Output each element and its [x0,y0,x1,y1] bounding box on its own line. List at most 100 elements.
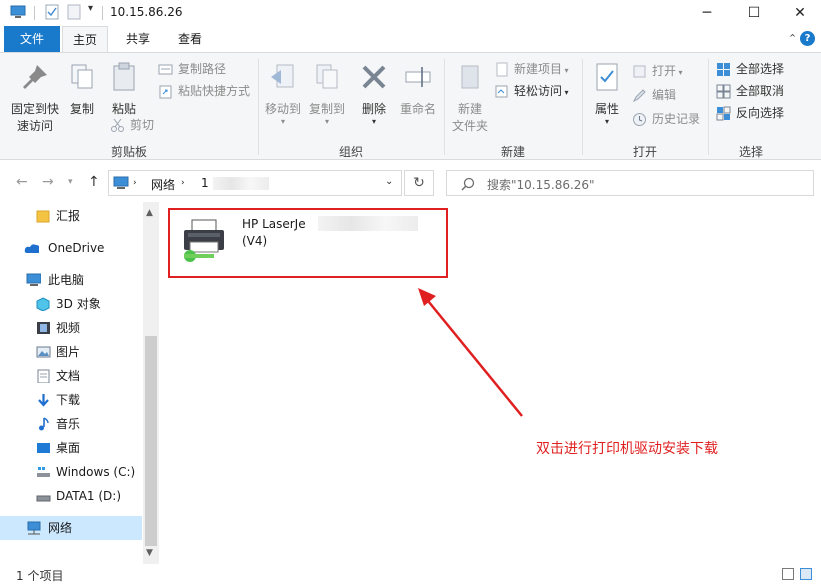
edit-icon [632,89,646,103]
help-icon[interactable]: ? [800,31,815,46]
nav-item-videos[interactable]: 视频 [0,316,142,340]
breadcrumb-chevron-icon[interactable]: › [181,178,185,188]
new-folder-button[interactable]: 新建 文件夹 [448,61,492,134]
annotation-arrow [418,288,523,417]
nav-item-onedrive[interactable]: OneDrive [0,236,142,260]
nav-label: 视频 [56,321,81,335]
search-box[interactable]: 搜索"10.15.86.26" [446,170,814,196]
open-button[interactable]: 打开 ▾ [632,61,683,81]
nav-label: 音乐 [56,417,81,431]
select-none-button[interactable]: 全部取消 [716,81,784,101]
pin-icon [23,65,47,89]
breadcrumb-network[interactable]: 网络 [151,176,175,193]
refresh-button[interactable]: ↻ [404,170,434,196]
paste-shortcut-label: 粘贴快捷方式 [178,84,251,98]
group-label-open: 打开 [632,145,657,159]
recent-locations-icon[interactable]: ▾ [68,177,73,187]
paste-button[interactable]: 粘贴 [106,61,142,117]
nav-item-documents[interactable]: 文档 [0,364,142,388]
status-bar: 1 个项目 [0,564,821,584]
copy-path-label: 复制路径 [178,62,227,76]
history-button[interactable]: 历史记录 [632,109,700,129]
close-button[interactable]: ✕ [777,0,821,26]
delete-x-icon [362,65,386,89]
collapse-ribbon-icon[interactable]: ⌃ [788,32,797,45]
nav-item-drive-d[interactable]: DATA1 (D:) [0,484,142,508]
history-icon [633,113,646,126]
breadcrumb-chevron-icon[interactable]: › [133,178,137,188]
maximize-button[interactable]: ☐ [731,0,777,26]
back-arrow-icon[interactable]: ← [16,174,28,190]
forward-arrow-icon[interactable]: → [42,174,54,190]
scrollbar-thumb[interactable] [145,336,157,546]
navigation-pane: 汇报 OneDrive 此电脑 3D 对象 视频 图片 文档 下载 音乐 桌面 … [0,202,160,564]
tab-view[interactable]: 查看 [164,26,216,52]
nav-label: DATA1 (D:) [56,489,122,503]
refresh-icon: ↻ [413,175,425,191]
invert-selection-button[interactable]: 反向选择 [716,103,784,123]
new-item-button[interactable]: 新建项目 ▾ [494,59,569,79]
move-to-button[interactable]: 移动到 ▾ [262,61,304,126]
select-all-button[interactable]: 全部选择 [716,59,784,79]
group-label-select: 选择 [738,145,763,159]
item-count: 1 个项目 [16,569,64,583]
desktop-icon [37,443,50,453]
scroll-down-icon[interactable]: ▼ [146,548,153,558]
nav-item-desktop[interactable]: 桌面 [0,436,142,460]
video-icon [37,322,50,334]
rename-icon [405,67,431,87]
paste-shortcut-button[interactable]: 粘贴快捷方式 [158,81,250,101]
content-pane: HP LaserJe (V4) 双击进行打印机驱动安装下载 [160,202,821,564]
nav-label: 汇报 [56,209,81,223]
delete-button[interactable]: 删除 ▾ [356,61,392,126]
breadcrumb-host[interactable]: 1 [201,176,209,190]
nav-item-downloads[interactable]: 下载 [0,388,142,412]
tab-share[interactable]: 共享 [112,26,164,52]
nav-item-drive-c[interactable]: Windows (C:) [0,460,142,484]
highlight-box [168,208,448,278]
details-view-icon[interactable] [782,568,794,580]
properties-button[interactable]: 属性 ▾ [588,61,626,126]
scroll-up-icon[interactable]: ▲ [146,208,153,218]
address-bar[interactable]: › 网络 › 1 ⌄ [108,170,402,196]
edit-button[interactable]: 编辑 [632,85,676,105]
up-arrow-icon[interactable]: ↑ [88,174,100,190]
nav-item-quick-folder[interactable]: 汇报 [0,204,142,228]
minimize-button[interactable]: ─ [684,0,730,26]
rename-button[interactable]: 重命名 [396,61,440,117]
cloud-icon [24,244,39,253]
large-icons-view-icon[interactable] [800,568,812,580]
open-icon [633,65,646,78]
nav-label: 文档 [56,369,81,383]
nav-item-network[interactable]: 网络 [0,516,142,540]
copy-button[interactable]: 复制 [64,61,100,117]
easy-access-button[interactable]: 轻松访问 ▾ [494,81,569,101]
pin-label-line2: 速访问 [16,119,53,133]
tab-home[interactable]: 主页 [62,26,108,52]
copy-to-label: 复制到 [308,102,345,116]
new-folder-quick-icon[interactable] [66,4,82,20]
nav-item-3d-objects[interactable]: 3D 对象 [0,292,142,316]
copy-path-button[interactable]: 复制路径 [158,59,226,79]
computer-icon [26,273,41,286]
copy-to-button[interactable]: 复制到 ▾ [306,61,348,126]
nav-item-pictures[interactable]: 图片 [0,340,142,364]
address-dropdown-icon[interactable]: ⌄ [385,176,393,187]
computer-icon [113,176,129,189]
delete-label: 删除 [361,102,386,116]
cut-button[interactable]: 剪切 [110,115,154,135]
customize-toolbar-icon[interactable]: ▾ [88,3,93,14]
nav-scrollbar[interactable]: ▲ ▼ [143,202,159,564]
nav-label: 桌面 [56,441,81,455]
copy-icon [71,64,93,89]
pin-quick-access-button[interactable]: 固定到快 速访问 [8,61,62,134]
nav-item-this-pc[interactable]: 此电脑 [0,268,142,292]
nav-label: 图片 [56,345,81,359]
nav-label: 下载 [56,393,81,407]
tab-file[interactable]: 文件 [4,26,60,52]
search-input[interactable]: 搜索"10.15.86.26" [487,176,595,193]
properties-quick-icon[interactable] [44,4,60,20]
drive-icon [36,495,51,502]
nav-item-music[interactable]: 音乐 [0,412,142,436]
nav-label: Windows (C:) [56,465,136,479]
